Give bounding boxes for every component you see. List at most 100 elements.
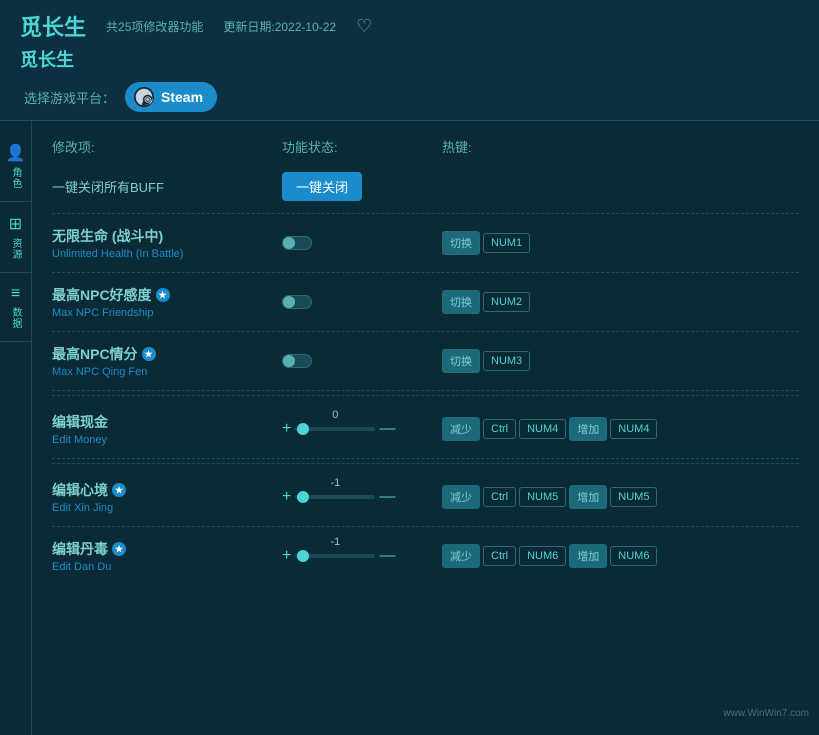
slider-xinjing: + -1 —: [282, 488, 442, 506]
btn-add-money[interactable]: 增加: [569, 417, 607, 441]
btn-reduce-xinjing[interactable]: 减少: [442, 485, 480, 509]
slider-plus-money[interactable]: +: [282, 420, 291, 438]
mod-name-health: 无限生命 (战斗中) Unlimited Health (In Battle): [52, 226, 282, 260]
mod-name-en-xinjing: Edit Xin Jing: [52, 502, 282, 514]
steam-label: Steam: [161, 89, 203, 105]
toggle-switch-health[interactable]: [282, 236, 312, 250]
btn-add-xinjing[interactable]: 增加: [569, 485, 607, 509]
slider-value-money: 0: [332, 409, 338, 421]
mod-name-en-npc-friendship: Max NPC Friendship: [52, 307, 282, 319]
hotkey-npc-friendship: 切换 NUM2: [442, 290, 799, 314]
slider-minus-money[interactable]: —: [379, 420, 395, 438]
toggle-npc-friendship: [282, 295, 442, 309]
sidebar-item-character[interactable]: 👤 角色: [0, 131, 31, 202]
hotkey-toggle-npc-qingfen[interactable]: 切换: [442, 349, 480, 373]
sidebar-item-resource[interactable]: ⊞ 资源: [0, 202, 31, 273]
mod-name-en-npc-qingfen: Max NPC Qing Fen: [52, 366, 282, 378]
mod-row-npc-friendship: 最高NPC好感度 ★ Max NPC Friendship 切换 NUM2: [52, 273, 799, 332]
btn-reduce-dandu[interactable]: 减少: [442, 544, 480, 568]
main-content: 修改项: 功能状态: 热键: 一键关闭所有BUFF 一键关闭 无限生命 (战斗中…: [32, 121, 819, 735]
game-title-main: 觅长生: [20, 10, 86, 42]
slider-money: + 0 —: [282, 420, 442, 438]
mod-name-en-money: Edit Money: [52, 434, 282, 446]
slider-minus-dandu[interactable]: —: [379, 547, 395, 565]
col-header-hotkey: 热键:: [442, 137, 799, 156]
slider-thumb-money[interactable]: [297, 423, 309, 435]
slider-thumb-xinjing[interactable]: [297, 491, 309, 503]
hotkey-num-reduce-dandu[interactable]: NUM6: [519, 546, 566, 566]
hotkey-xinjing: 减少 Ctrl NUM5 增加 NUM5: [442, 485, 799, 509]
mod-name-zh-dandu: 编辑丹毒 ★: [52, 539, 282, 559]
steam-logo-icon: [133, 86, 155, 108]
section-divider-data: [52, 463, 799, 464]
toggle-switch-npc-qingfen[interactable]: [282, 354, 312, 368]
col-header-status: 功能状态:: [282, 137, 442, 156]
toggle-switch-npc-friendship[interactable]: [282, 295, 312, 309]
btn-add-dandu[interactable]: 增加: [569, 544, 607, 568]
slider-track-dandu: -1: [295, 554, 375, 558]
mod-row-xinjing: 编辑心境 ★ Edit Xin Jing + -1 — 减少 Ctrl NUM5: [52, 468, 799, 527]
hotkey-num-add-money[interactable]: NUM4: [610, 419, 657, 439]
hotkey-num-add-xinjing[interactable]: NUM5: [610, 487, 657, 507]
slider-plus-xinjing[interactable]: +: [282, 488, 291, 506]
heart-icon[interactable]: ♡: [356, 16, 372, 37]
hotkey-num-add-dandu[interactable]: NUM6: [610, 546, 657, 566]
hotkey-num-npc-friendship[interactable]: NUM2: [483, 292, 530, 312]
mod-name-zh-npc-qingfen: 最高NPC情分 ★: [52, 344, 282, 364]
mod-name-zh-npc-friendship: 最高NPC好感度 ★: [52, 285, 282, 305]
content-area: 👤 角色 ⊞ 资源 ≡ 数据 修改项: 功能状态: 热键: 一键关闭所有BUFF…: [0, 121, 819, 735]
sidebar-label-resource: 资源: [8, 238, 23, 260]
hotkey-ctrl-dandu[interactable]: Ctrl: [483, 546, 516, 566]
mod-name-xinjing: 编辑心境 ★ Edit Xin Jing: [52, 480, 282, 514]
slider-plus-dandu[interactable]: +: [282, 547, 291, 565]
watermark: www.WinWin7.com: [723, 708, 809, 719]
hotkey-num-health[interactable]: NUM1: [483, 233, 530, 253]
hotkey-num-reduce-money[interactable]: NUM4: [519, 419, 566, 439]
star-badge-npc-qingfen: ★: [142, 347, 156, 361]
slider-minus-xinjing[interactable]: —: [379, 488, 395, 506]
col-header-name: 修改项:: [52, 137, 282, 156]
slider-thumb-dandu[interactable]: [297, 550, 309, 562]
star-badge-npc-friendship: ★: [156, 288, 170, 302]
sidebar-item-data[interactable]: ≡ 数据: [0, 273, 31, 342]
toggle-npc-qingfen: [282, 354, 442, 368]
one-key-row: 一键关闭所有BUFF 一键关闭: [52, 164, 799, 214]
slider-track-xinjing: -1: [295, 495, 375, 499]
one-key-status: 一键关闭: [282, 172, 442, 201]
hotkey-ctrl-money[interactable]: Ctrl: [483, 419, 516, 439]
mod-name-dandu: 编辑丹毒 ★ Edit Dan Du: [52, 539, 282, 573]
resource-icon: ⊞: [9, 214, 22, 234]
header-top: 觅长生 共25项修改器功能 更新日期:2022-10-22 ♡: [20, 10, 799, 42]
mod-header-row: 修改项: 功能状态: 热键:: [52, 131, 799, 164]
header: 觅长生 共25项修改器功能 更新日期:2022-10-22 ♡ 觅长生 选择游戏…: [0, 0, 819, 121]
platform-row: 选择游戏平台： Steam: [20, 82, 799, 112]
sidebar-label-character: 角色: [8, 167, 23, 189]
toggle-health: [282, 236, 442, 250]
hotkey-npc-qingfen: 切换 NUM3: [442, 349, 799, 373]
star-badge-xinjing: ★: [112, 483, 126, 497]
section-divider-resource: [52, 395, 799, 396]
one-key-name: 一键关闭所有BUFF: [52, 177, 282, 196]
btn-reduce-money[interactable]: 减少: [442, 417, 480, 441]
game-title-sub: 觅长生: [20, 46, 799, 72]
steam-badge[interactable]: Steam: [125, 82, 217, 112]
hotkey-money: 减少 Ctrl NUM4 增加 NUM4: [442, 417, 799, 441]
hotkey-num-npc-qingfen[interactable]: NUM3: [483, 351, 530, 371]
hotkey-toggle-health[interactable]: 切换: [442, 231, 480, 255]
one-key-button[interactable]: 一键关闭: [282, 172, 362, 201]
mod-row-npc-qingfen: 最高NPC情分 ★ Max NPC Qing Fen 切换 NUM3: [52, 332, 799, 391]
platform-label: 选择游戏平台：: [24, 88, 115, 107]
mod-name-zh-money: 编辑现金: [52, 412, 282, 432]
sidebar: 👤 角色 ⊞ 资源 ≡ 数据: [0, 121, 32, 735]
mod-row-money: 编辑现金 Edit Money + 0 — 减少 Ctrl NUM4 增加: [52, 400, 799, 459]
mod-name-zh-xinjing: 编辑心境 ★: [52, 480, 282, 500]
hotkey-toggle-npc-friendship[interactable]: 切换: [442, 290, 480, 314]
slider-value-dandu: -1: [330, 536, 340, 548]
mod-name-npc-qingfen: 最高NPC情分 ★ Max NPC Qing Fen: [52, 344, 282, 378]
mod-name-en-dandu: Edit Dan Du: [52, 561, 282, 573]
hotkey-ctrl-xinjing[interactable]: Ctrl: [483, 487, 516, 507]
mod-row-health: 无限生命 (战斗中) Unlimited Health (In Battle) …: [52, 214, 799, 273]
sidebar-label-data: 数据: [8, 307, 23, 329]
hotkey-num-reduce-xinjing[interactable]: NUM5: [519, 487, 566, 507]
header-meta-count: 共25项修改器功能: [106, 18, 203, 35]
